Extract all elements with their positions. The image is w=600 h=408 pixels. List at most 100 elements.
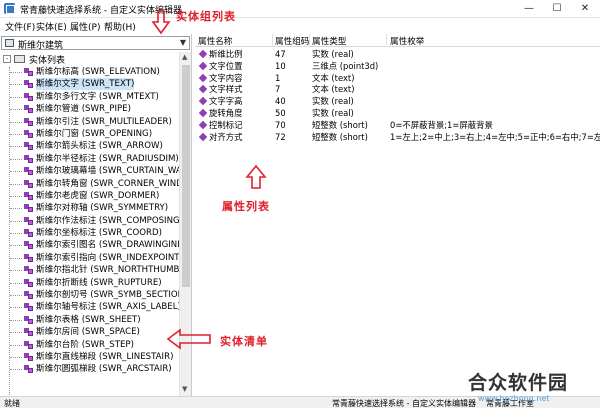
entity-list-item[interactable]: 斯维尔文字 (SWR_TEXT) [1,78,179,91]
menu-entity[interactable]: 实体(E) [36,20,67,33]
entity-list-item[interactable]: 斯维尔表格 (SWR_SHEET) [1,314,179,326]
property-enum: 1=左上;2=中上;3=右上;4=左中;5=正中;6=右中;7=左下;8=中 [390,131,600,142]
property-row[interactable]: 控制标记 70 短整数 (short) 0=不屏蔽背景;1=屏蔽背景 [195,119,600,131]
entity-list-item[interactable]: 斯维尔台阶 (SWR_STEP) [1,339,179,351]
entity-list-item-label: 斯维尔门窗 (SWR_OPENING) [36,128,153,139]
entity-group-combo[interactable]: 斯维尔建筑 ▼ [1,36,190,51]
entity-list-item[interactable]: 斯维尔轴号标注 (SWR_AXIS_LABEL) [1,301,179,313]
entity-list-item[interactable]: 斯维尔折断线 (SWR_RUPTURE) [1,277,179,289]
property-grid: 斯维比例 47 实数 (real) 文字位置 10 三维点 (point3d) 文字内容 1 文… [195,48,600,142]
entity-list-item-label: 斯维尔坐标标注 (SWR_COORD) [36,228,162,239]
entity-list-item[interactable]: 斯维尔箭头标注 (SWR_ARROW) [1,140,179,152]
collapse-icon[interactable]: - [3,55,11,63]
property-row[interactable]: 斯维比例 47 实数 (real) [195,48,600,60]
menu-help[interactable]: 帮助(H) [104,20,136,33]
property-icon [198,108,208,118]
tree-root-label: 实体列表 [29,56,66,66]
entity-list-item-label: 斯维尔对称轴 (SWR_SYMMETRY) [36,203,169,214]
maximize-button[interactable]: ☐ [544,0,570,18]
entity-icon [24,229,33,238]
entity-list-item-label: 斯维尔折断线 (SWR_RUPTURE) [36,277,162,288]
entity-list-item[interactable]: 斯维尔多行文字 (SWR_MTEXT) [1,91,179,103]
entity-list-item[interactable]: 斯维尔老虎窗 (SWR_DORMER) [1,190,179,202]
entity-list-item[interactable]: 斯维尔剖切号 (SWR_SYMB_SECTION) [1,289,179,301]
scroll-down-icon[interactable]: ▼ [182,385,187,393]
property-code: 10 [275,60,286,71]
arrow-up-icon [245,164,267,189]
entity-list-item[interactable]: 斯维尔索引图名 (SWR_DRAWINGINDE [1,239,179,251]
status-app-name: 常青藤快速选择系统 - 自定义实体编辑器 [332,399,476,408]
entity-list-item[interactable]: 斯维尔半径标注 (SWR_RADIUSDIM) [1,153,179,165]
column-divider[interactable] [309,34,310,47]
entity-list-item-label: 斯维尔玻璃幕墙 (SWR_CURTAIN_WALL [36,166,179,177]
entity-list-item[interactable]: 斯维尔索引指向 (SWR_INDEXPOINTER [1,252,179,264]
property-row[interactable]: 文字字高 40 实数 (real) [195,95,600,107]
folder-icon [14,55,25,63]
menu-property[interactable]: 属性(P) [70,20,100,33]
property-name: 控制标记 [209,119,243,130]
column-divider[interactable] [386,34,387,47]
watermark-logo: 合众软件园 [468,372,569,394]
entity-icon [24,266,33,275]
entity-icon [24,303,33,312]
entity-icon [24,92,33,101]
entity-list-item[interactable]: 斯维尔门窗 (SWR_OPENING) [1,128,179,140]
entity-list-item[interactable]: 斯维尔直线梯段 (SWR_LINESTAIR) [1,351,179,363]
column-header-name[interactable]: 属性名称 [198,35,232,47]
column-header-type[interactable]: 属性类型 [312,35,346,47]
entity-list-item[interactable]: 斯维尔圆弧梯段 (SWR_ARCSTAIR) [1,363,179,375]
entity-list-item[interactable]: 斯维尔引注 (SWR_MULTILEADER) [1,116,179,128]
property-name: 旋转角度 [209,107,243,118]
minimize-button[interactable]: — [516,0,542,18]
annotation-entity-group-list: 实体组列表 [176,10,236,23]
menu-file[interactable]: 文件(F) [5,20,35,33]
arrow-left-icon [166,328,211,350]
entity-icon [24,117,33,126]
entity-list-item-label: 斯维尔多行文字 (SWR_MTEXT) [36,91,159,102]
property-row[interactable]: 对齐方式 72 短整数 (short) 1=左上;2=中上;3=右上;4=左中;5=正… [195,131,600,143]
entity-list-item[interactable]: 斯维尔作法标注 (SWR_COMPOSING) [1,215,179,227]
property-row[interactable]: 文字位置 10 三维点 (point3d) [195,60,600,72]
column-header-enum[interactable]: 属性枚举 [390,35,424,47]
scroll-thumb[interactable] [182,65,190,287]
entity-list-item-label: 斯维尔标高 (SWR_ELEVATION) [36,67,160,77]
property-code: 50 [275,107,286,118]
entity-icon [24,365,33,374]
property-name: 文字样式 [209,84,243,95]
entity-panel: 斯维尔建筑 ▼ - 实体列表 斯维尔标高 (SWR_ELEVATION) 斯维尔文… [0,34,192,396]
property-type: 实数 (real) [312,96,354,107]
entity-list-item[interactable]: 斯维尔房间 (SWR_SPACE) [1,326,179,338]
entity-list-item-label: 斯维尔转角窗 (SWR_CORNER_WINDO [36,178,179,189]
entity-list: 斯维尔标高 (SWR_ELEVATION) 斯维尔文字 (SWR_TEXT) 斯维尔… [1,66,179,376]
entity-list-item[interactable]: 斯维尔对称轴 (SWR_SYMMETRY) [1,202,179,214]
property-name: 斯维比例 [209,49,243,59]
property-name: 文字内容 [209,72,243,83]
entity-list-item-label: 斯维尔箭头标注 (SWR_ARROW) [36,141,163,152]
entity-list-item[interactable]: 斯维尔指北针 (SWR_NORTHTHUMB) [1,264,179,276]
property-row[interactable]: 文字内容 1 文本 (text) [195,72,600,84]
scroll-up-icon[interactable]: ▲ [182,53,187,61]
entity-icon [24,105,33,114]
property-row[interactable]: 旋转角度 50 实数 (real) [195,107,600,119]
entity-icon [24,241,33,250]
entity-list-item[interactable]: 斯维尔玻璃幕墙 (SWR_CURTAIN_WALL [1,165,179,177]
entity-list-item[interactable]: 斯维尔标高 (SWR_ELEVATION) [1,66,179,78]
entity-list-item-label: 斯维尔作法标注 (SWR_COMPOSING) [36,215,179,226]
entity-list-item[interactable]: 斯维尔转角窗 (SWR_CORNER_WINDO [1,178,179,190]
entity-list-item[interactable]: 斯维尔管道 (SWR_PIPE) [1,103,179,115]
property-code: 1 [275,72,281,83]
entity-list-item[interactable]: 斯维尔坐标标注 (SWR_COORD) [1,227,179,239]
entity-list-item-label: 斯维尔索引指向 (SWR_INDEXPOINTER [36,252,179,263]
arrow-down-icon [151,10,171,35]
property-icon [198,120,208,130]
entity-icon [24,315,33,324]
entity-icon [24,191,33,200]
close-button[interactable]: ✕ [572,0,598,18]
property-type: 实数 (real) [312,49,354,59]
entity-list-item-label: 斯维尔半径标注 (SWR_RADIUSDIM) [36,153,179,164]
column-divider[interactable] [272,34,273,47]
app-icon [4,3,15,14]
property-row[interactable]: 文字样式 7 文本 (text) [195,83,600,95]
chevron-down-icon[interactable]: ▼ [180,38,186,47]
column-header-code[interactable]: 属性组码 [275,35,309,47]
